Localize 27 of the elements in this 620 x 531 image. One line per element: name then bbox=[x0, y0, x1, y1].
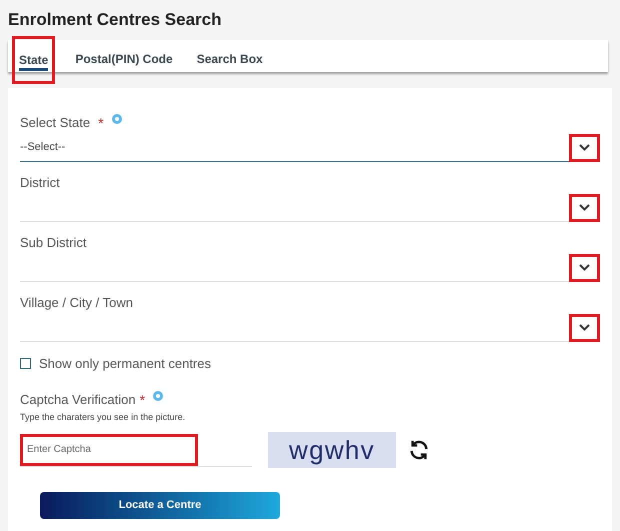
field-label: District bbox=[20, 174, 60, 192]
chevron-icon[interactable] bbox=[569, 194, 600, 222]
captcha-label: Captcha Verification bbox=[20, 391, 136, 410]
select-field[interactable] bbox=[20, 314, 600, 342]
select-field[interactable]: --Select-- bbox=[20, 134, 600, 162]
chevron-icon[interactable] bbox=[569, 254, 600, 282]
select-field[interactable] bbox=[20, 254, 600, 282]
select-field[interactable] bbox=[20, 194, 600, 222]
page-title: Enrolment Centres Search bbox=[8, 9, 223, 31]
tab[interactable]: Postal(PIN) Code bbox=[71, 50, 177, 72]
refresh-icon[interactable] bbox=[408, 439, 430, 461]
captcha-field[interactable]: Enter Captcha bbox=[20, 434, 198, 466]
tab[interactable]: State bbox=[12, 36, 56, 84]
captcha-hint: Type the charaters you see in the picture. bbox=[20, 410, 186, 424]
field-label: Village / City / Town bbox=[20, 294, 133, 312]
checkbox-label: Show only permanent centres bbox=[39, 355, 211, 373]
field-label: Select State bbox=[20, 114, 90, 132]
chevron-icon[interactable] bbox=[569, 134, 600, 162]
field-label: Sub District bbox=[20, 234, 86, 252]
required-mark: * bbox=[140, 390, 146, 410]
tab[interactable]: Search Box bbox=[192, 50, 267, 72]
locate-button[interactable]: Locate a Centre bbox=[40, 492, 280, 519]
captcha-image: wgwhv bbox=[268, 432, 396, 468]
checkbox[interactable] bbox=[20, 358, 31, 370]
chevron-icon[interactable] bbox=[569, 314, 600, 342]
required-mark: * bbox=[98, 114, 104, 132]
select-value: --Select-- bbox=[20, 140, 66, 156]
